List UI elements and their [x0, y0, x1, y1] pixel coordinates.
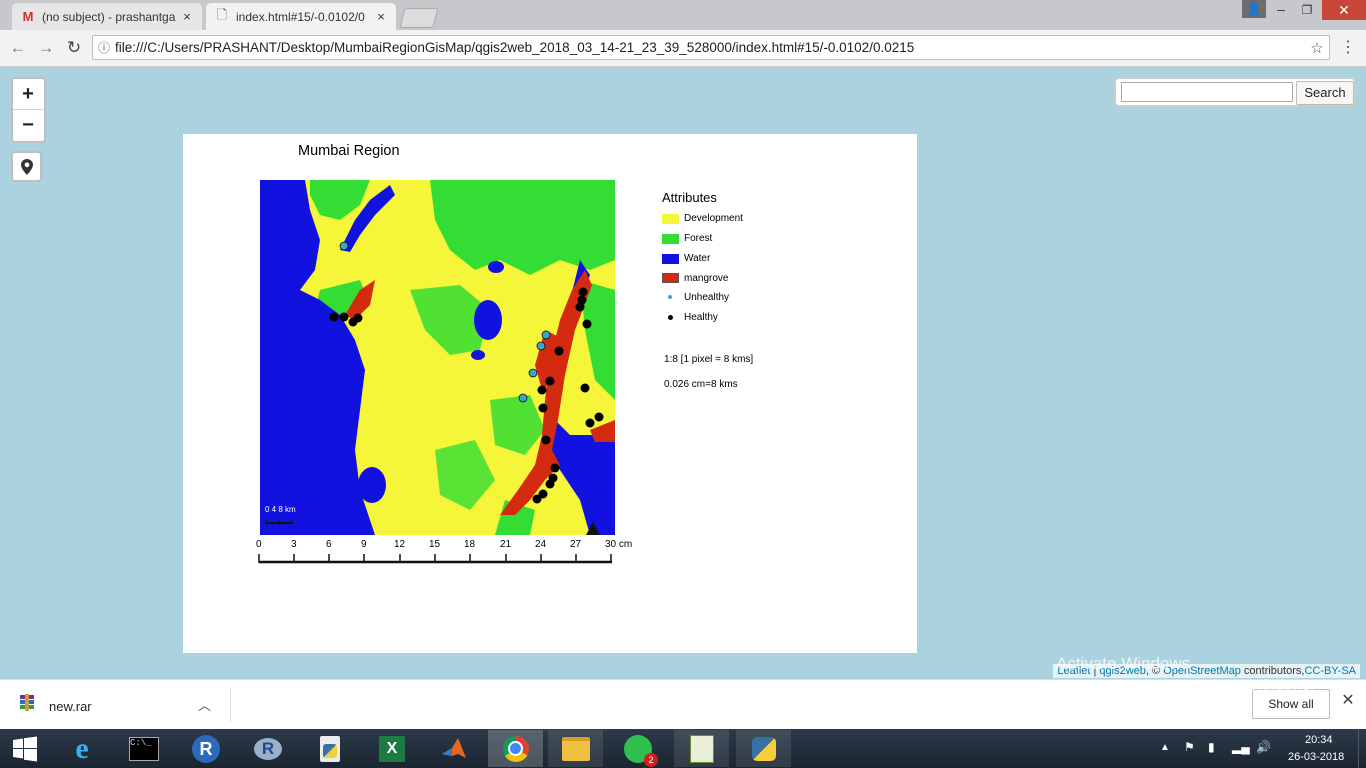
notepad-plus-icon[interactable]	[674, 730, 729, 767]
scale-ratio: 1:8 [1 pixel = 8 kms]	[664, 354, 754, 365]
legend-marker	[668, 315, 673, 320]
info-icon[interactable]: ⓘ	[93, 39, 115, 56]
divider	[230, 688, 231, 722]
back-icon[interactable]: ←	[8, 38, 28, 58]
activate-windows-subtitle: Go to PC settings to activate Windows.	[1055, 677, 1315, 694]
profile-icon[interactable]: 👤	[1242, 0, 1266, 18]
scale-cm: 0.026 cm=8 kms	[664, 379, 738, 390]
download-filename[interactable]: new.rar	[49, 699, 92, 714]
action-center-icon[interactable]: ⚑	[1184, 740, 1195, 754]
chrome-icon[interactable]	[488, 730, 543, 767]
page-icon: 🗋	[216, 6, 228, 22]
internet-explorer-icon[interactable]: e	[56, 732, 108, 766]
menu-icon[interactable]: ⋮	[1340, 36, 1356, 60]
activate-windows-title: Activate Windows	[1056, 654, 1191, 673]
network-icon[interactable]: ▂▄	[1232, 740, 1250, 754]
window-close-icon[interactable]: ✕	[1322, 0, 1366, 20]
tab-title: (no subject) - prashantga	[42, 9, 176, 24]
legend-label: Development	[684, 213, 743, 224]
zoom-out-button[interactable]: −	[13, 110, 43, 140]
locate-button[interactable]	[11, 151, 42, 182]
legend-marker	[668, 295, 672, 299]
search-input[interactable]	[1121, 82, 1293, 102]
legend-label: Water	[684, 253, 711, 264]
windows-start-icon[interactable]	[0, 732, 50, 766]
new-tab-button[interactable]	[399, 8, 439, 28]
legend-label: mangrove	[684, 273, 729, 284]
matlab-icon[interactable]	[428, 732, 480, 766]
zoom-in-button[interactable]: +	[13, 79, 43, 110]
restore-icon[interactable]: ❐	[1294, 0, 1320, 20]
reload-icon[interactable]: ↻	[64, 38, 84, 58]
contributors-text: contributors,	[1240, 665, 1305, 677]
ruler-tick: 0	[256, 539, 262, 550]
rar-file-icon	[18, 694, 36, 712]
rstudio-icon[interactable]: R	[242, 732, 294, 766]
tab-gmail[interactable]: M (no subject) - prashantga ×	[12, 3, 202, 30]
tab-index-html[interactable]: 🗋 index.html#15/-0.0102/0 ×	[206, 3, 396, 30]
whatsapp-icon[interactable]: 2	[612, 732, 664, 767]
search-button[interactable]: Search	[1296, 81, 1354, 105]
url-text[interactable]: file:///C:/Users/PRASHANT/Desktop/Mumbai…	[115, 40, 1305, 55]
close-tab-icon[interactable]: ×	[178, 9, 196, 24]
tray-chevron-icon[interactable]: ▲	[1160, 742, 1170, 753]
ruler-tick: 15	[429, 539, 441, 550]
legend-title: Attributes	[662, 190, 717, 205]
ruler-tick: 12	[394, 539, 406, 550]
map-title: Mumbai Region	[298, 143, 400, 159]
zoom-control: + −	[11, 77, 46, 143]
clock-date[interactable]: 26-03-2018	[1288, 751, 1344, 763]
star-icon[interactable]: ☆	[1305, 39, 1329, 57]
minimize-icon[interactable]: –	[1268, 0, 1294, 20]
python-file-icon[interactable]	[304, 732, 356, 766]
location-pin-icon	[20, 158, 33, 175]
ruler	[258, 554, 612, 564]
ruler-tick: 6	[326, 539, 332, 550]
r-icon[interactable]: R	[180, 732, 232, 766]
legend-swatch	[662, 273, 679, 283]
forward-icon[interactable]: →	[36, 38, 56, 58]
legend-label: Healthy	[684, 312, 718, 323]
legend-swatch	[662, 214, 679, 224]
volume-icon[interactable]: 🔊	[1256, 740, 1271, 754]
tab-strip: M (no subject) - prashantga × 🗋 index.ht…	[0, 0, 1366, 30]
ruler-tick: 27	[570, 539, 582, 550]
file-explorer-icon[interactable]	[548, 730, 603, 767]
ruler-tick: 3	[291, 539, 297, 550]
gmail-icon: M	[22, 9, 34, 24]
ruler-tick: 9	[361, 539, 367, 550]
map-image-overlay: Mumbai Region 0 4 8 km 0 3 6 9 12 15 18 …	[183, 134, 917, 653]
cmd-icon[interactable]: C:\_	[118, 732, 170, 766]
legend-label: Forest	[684, 233, 713, 244]
legend-label: Unhealthy	[684, 292, 730, 303]
land-cover-map	[260, 180, 615, 535]
chevron-up-icon[interactable]: ︿	[198, 695, 214, 714]
ruler-tick: 18	[464, 539, 476, 550]
clock-time[interactable]: 20:34	[1305, 734, 1333, 746]
license-link[interactable]: CC-BY-SA	[1304, 665, 1356, 677]
ruler-tick: 24	[535, 539, 547, 550]
address-bar[interactable]: ⓘ file:///C:/Users/PRASHANT/Desktop/Mumb…	[92, 35, 1330, 60]
ruler-tick: 21	[500, 539, 512, 550]
geocoder: Search	[1114, 77, 1356, 107]
python-idle-icon[interactable]	[736, 730, 791, 767]
tab-title: index.html#15/-0.0102/0	[236, 9, 365, 24]
battery-icon[interactable]: ▮	[1208, 740, 1215, 754]
show-desktop-button[interactable]	[1358, 729, 1366, 768]
excel-icon[interactable]: X	[366, 732, 418, 766]
legend-swatch	[662, 234, 679, 244]
ruler-tick: 30 cm	[605, 539, 633, 550]
inset-scale-label: 0 4 8 km	[265, 505, 296, 514]
legend-swatch	[662, 254, 679, 264]
close-tab-icon[interactable]: ×	[372, 9, 390, 24]
close-downloads-icon[interactable]: ✕	[1340, 693, 1356, 709]
